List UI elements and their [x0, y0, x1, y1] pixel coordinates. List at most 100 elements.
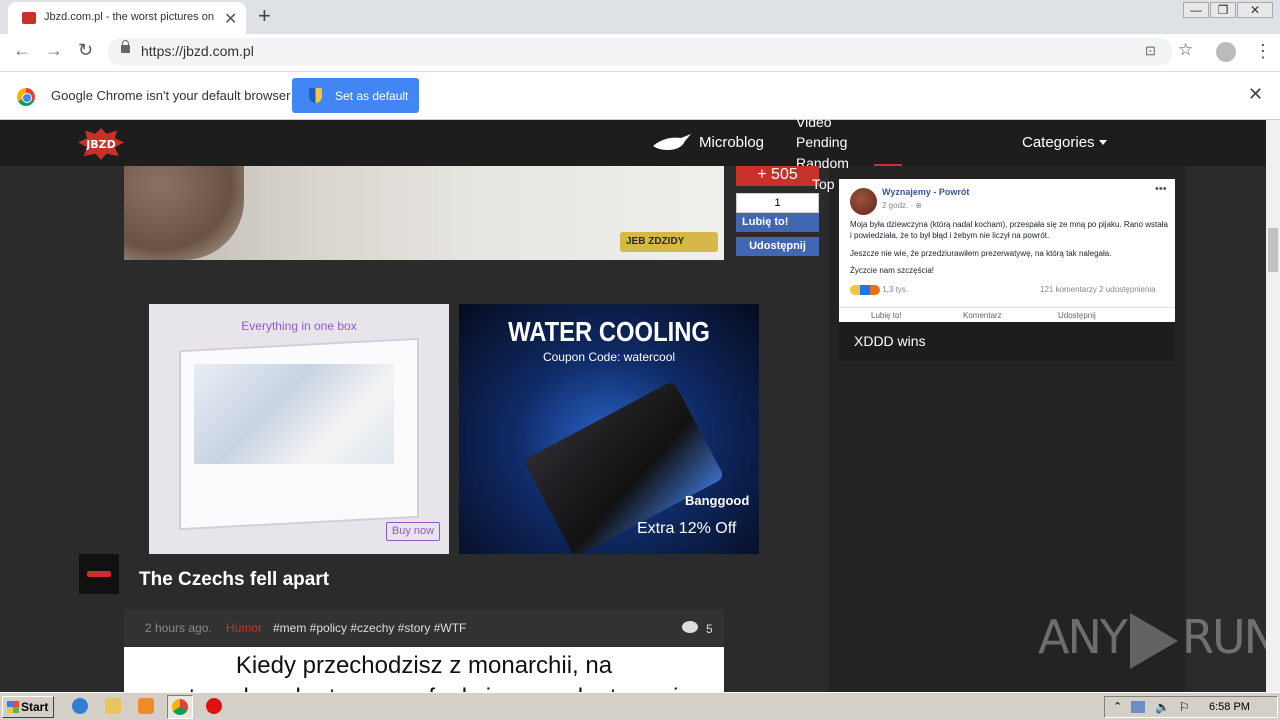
tab-jbzd[interactable]: Jbzd.com.pl - the worst pictures on ✕: [8, 2, 246, 34]
url-text[interactable]: https://jbzd.com.pl: [141, 43, 254, 59]
chrome-menu-icon[interactable]: ⋮: [1254, 41, 1272, 62]
taskbar-chrome-button[interactable]: [167, 695, 193, 719]
site-header: JBZD Microblog Video Pending Random Cate…: [0, 114, 1266, 171]
stop-icon[interactable]: [206, 698, 222, 714]
maximize-button[interactable]: ❐: [1210, 2, 1236, 18]
bookmark-star-icon[interactable]: ☆: [1178, 40, 1193, 60]
comment-count[interactable]: 5: [706, 622, 713, 636]
author-avatar[interactable]: [79, 554, 119, 594]
page-scrollbar[interactable]: [1266, 120, 1280, 692]
browser-toolbar: ← → ↻ https://jbzd.com.pl ⊡ ☆ ⋮: [0, 34, 1280, 72]
chrome-icon: [172, 699, 188, 715]
post-tags[interactable]: #mem #policy #czechy #story #WTF: [273, 621, 466, 635]
translate-icon[interactable]: ⊡: [1145, 43, 1156, 59]
internet-explorer-icon[interactable]: [72, 698, 88, 714]
fb-stats: 121 komentarzy 2 udostępnienia: [1040, 285, 1156, 294]
fb-share-button[interactable]: Udostępnij: [736, 237, 819, 256]
windows-taskbar: Start ⌃ 🔈 ⚐ 6:58 PM: [0, 692, 1280, 720]
nav-top[interactable]: Top: [812, 176, 835, 192]
fb-post-time: 2 godz. · ⊕: [882, 201, 923, 210]
start-button[interactable]: Start: [2, 696, 54, 718]
windows-flag-icon: [7, 701, 19, 713]
fb-paragraph-2: Jeszcze nie wie, że przedziurawiłem prez…: [850, 249, 1112, 258]
ad-box-contents: [194, 364, 394, 464]
fb-page-name: Wyznajemy - Powrót: [882, 187, 970, 197]
post-image-text: Kiedy przechodzisz z monarchii, na: [235, 652, 613, 679]
favicon-icon: [22, 12, 36, 24]
comment-bubble-icon[interactable]: [682, 621, 698, 633]
network-icon[interactable]: [1131, 701, 1145, 713]
action-center-flag-icon[interactable]: ⚐: [1179, 700, 1190, 714]
anyrun-watermark: ANY RUN: [1038, 610, 1278, 669]
nav-microblog[interactable]: Microblog: [699, 134, 764, 151]
active-nav-underline: [874, 164, 902, 166]
taskbar-clock[interactable]: 6:58 PM: [1209, 701, 1250, 713]
nav-pending[interactable]: Pending: [796, 134, 847, 150]
fb-comment-action: Komentarz: [963, 311, 1002, 320]
buy-now-button[interactable]: Buy now: [386, 522, 440, 541]
vote-button[interactable]: + 505: [736, 166, 819, 186]
post-time: 2 hours ago.: [145, 621, 212, 635]
fb-paragraph-1: Moja była dziewczyna (którą nadal kocham…: [850, 220, 1168, 240]
sidebar-caption-text: XDDD wins: [854, 333, 926, 349]
fb-reaction-count: 1,3 tys.: [882, 285, 909, 295]
avatar-logo: [87, 571, 111, 577]
chrome-logo-icon: [17, 88, 35, 106]
post-image: Kiedy przechodzisz z monarchii, na syste…: [124, 647, 724, 692]
file-explorer-icon[interactable]: [105, 698, 121, 714]
caret-down-icon[interactable]: [1099, 140, 1107, 145]
new-tab-button[interactable]: +: [258, 3, 271, 29]
watermark-left: ANY: [1038, 610, 1128, 664]
watermark-right: RUN: [1181, 610, 1278, 664]
jbzd-logo[interactable]: JBZD: [78, 128, 124, 160]
ad-water-cooling[interactable]: WATER COOLING Coupon Code: watercool Ban…: [459, 304, 759, 558]
tab-strip: Jbzd.com.pl - the worst pictures on ✕ + …: [0, 0, 1280, 34]
play-icon: [1129, 612, 1178, 669]
profile-avatar-icon[interactable]: [1216, 42, 1236, 62]
sidebar-fb-screenshot[interactable]: Wyznajemy - Powrót 2 godz. · ⊕ ••• Moja …: [839, 179, 1175, 322]
fb-like-button[interactable]: Lubię to!: [736, 213, 819, 232]
post-image-text-2: system demokratyczny, a funkcję prezyden…: [124, 684, 724, 692]
nav-categories[interactable]: Categories: [1022, 134, 1095, 151]
nav-video[interactable]: Video: [796, 114, 832, 130]
minimize-button[interactable]: —: [1183, 2, 1209, 18]
default-browser-infobar: Google Chrome isn't your default browser…: [0, 72, 1280, 120]
image-watermark: JEB ZDZIDY: [620, 232, 718, 252]
ad-brand: Banggood: [685, 493, 750, 508]
infobar-message: Google Chrome isn't your default browser: [51, 88, 291, 103]
set-as-default-button[interactable]: Set as default: [292, 78, 419, 113]
ad-care-box[interactable]: Everything in one box Buy now: [149, 304, 449, 554]
ad-headline: Everything in one box: [241, 319, 357, 333]
address-bar[interactable]: https://jbzd.com.pl ⊡ ☆: [108, 38, 1193, 66]
post-category[interactable]: Humor: [226, 621, 262, 635]
tab-title: Jbzd.com.pl - the worst pictures on: [44, 11, 214, 23]
post-meta: 2 hours ago. Humor #mem #policy #czechy …: [124, 610, 724, 646]
fb-share-action: Udostępnij: [1058, 311, 1096, 320]
tray-arrow-icon[interactable]: ⌃: [1113, 700, 1122, 713]
media-player-icon[interactable]: [138, 698, 154, 714]
set-as-default-label: Set as default: [335, 89, 409, 103]
close-window-button[interactable]: ✕: [1237, 2, 1273, 18]
start-label: Start: [21, 700, 49, 714]
lock-icon[interactable]: [121, 40, 130, 53]
reload-icon[interactable]: ↻: [78, 40, 93, 61]
reaction-icons: [850, 285, 880, 295]
fb-page-avatar: [850, 188, 877, 215]
fb-actions: Lubię to! Komentarz Udostępnij: [839, 307, 1175, 322]
like-count: 1: [736, 193, 819, 213]
fb-paragraph-3: Życzcie nam szczęścia!: [850, 266, 935, 275]
sidebar-caption[interactable]: XDDD wins: [839, 322, 1175, 361]
ad-offer: Extra 12% Off: [637, 520, 737, 537]
tab-close-icon[interactable]: ✕: [224, 9, 237, 29]
volume-icon[interactable]: 🔈: [1155, 700, 1170, 714]
system-tray: ⌃ 🔈 ⚐: [1104, 696, 1278, 718]
microblog-bird-icon[interactable]: [651, 132, 693, 154]
ad-coupon: Coupon Code: watercool: [542, 350, 676, 364]
scrollbar-thumb[interactable]: [1268, 228, 1278, 272]
post-title[interactable]: The Czechs fell apart: [139, 569, 329, 591]
fb-reactions: 1,3 tys.: [850, 285, 908, 295]
back-arrow-icon[interactable]: ←: [13, 40, 31, 61]
forward-arrow-icon[interactable]: →: [45, 40, 63, 61]
shield-icon: [309, 88, 322, 103]
infobar-close-icon[interactable]: ✕: [1248, 84, 1263, 105]
